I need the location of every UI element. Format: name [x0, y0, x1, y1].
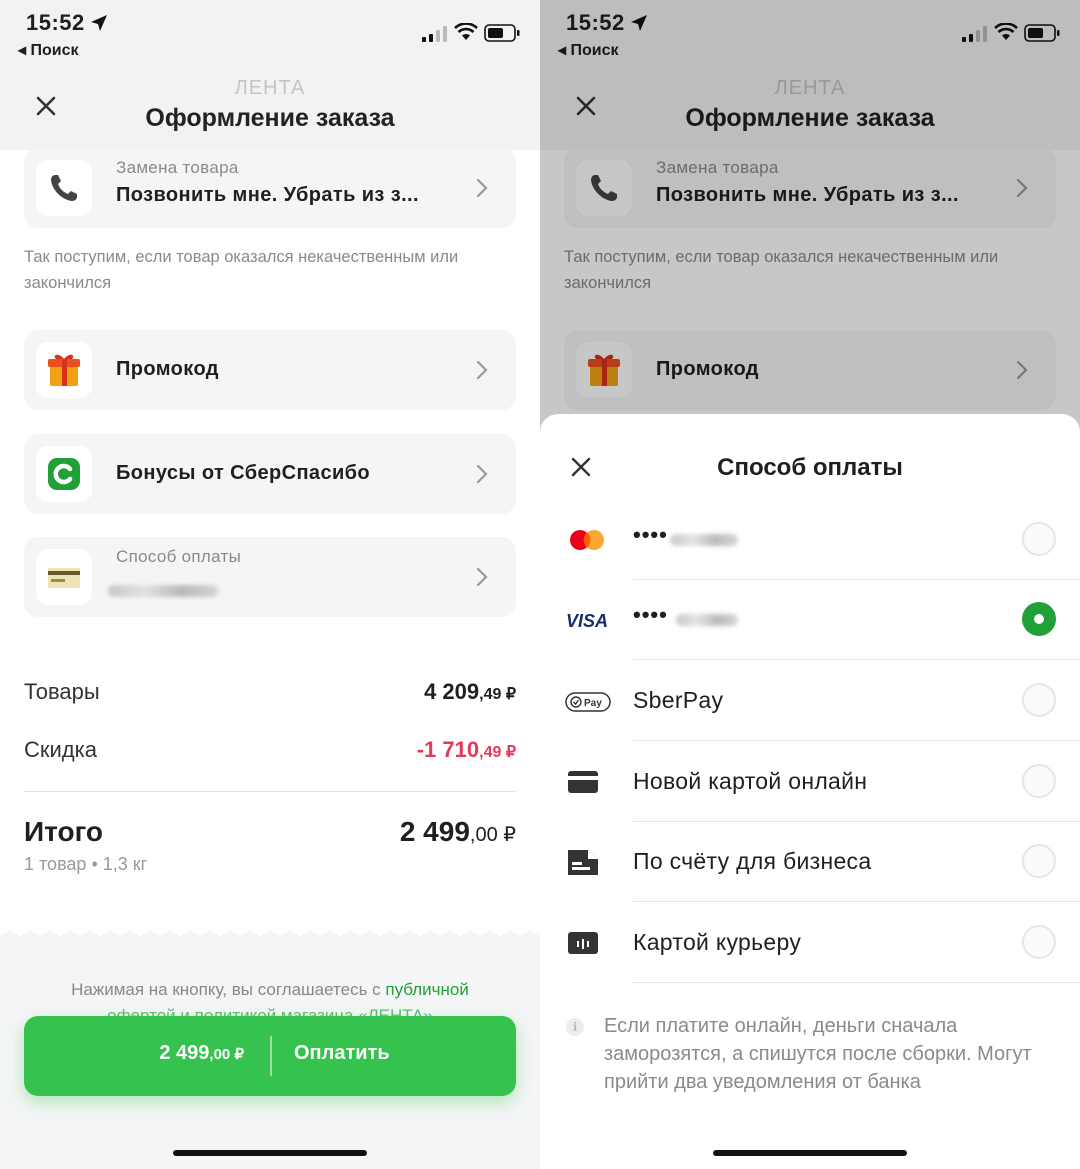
public-offer-link[interactable]: публичной — [385, 980, 468, 999]
payment-info-text: Если платите онлайн, деньги сначала замо… — [604, 1015, 1032, 1093]
goods-label: Товары — [24, 679, 100, 704]
pay-button-amount: 2 499,00 ₽ — [159, 1042, 244, 1064]
svg-text:VISA: VISA — [566, 611, 608, 631]
battery-icon — [484, 24, 520, 42]
payment-method-label: Новой картой онлайн — [633, 768, 868, 794]
sberspasibo-label: Бонусы от СберСпасибо — [116, 462, 371, 484]
payment-method-label: По счёту для бизнеса — [633, 848, 872, 874]
status-time: 15:52 — [26, 10, 85, 35]
discount-amount: -1 710,49 ₽ — [416, 737, 516, 762]
info-icon: i — [566, 1018, 584, 1036]
card-icon — [568, 771, 598, 793]
sheet-title: Способ оплаты — [717, 454, 903, 481]
pay-button[interactable]: 2 499,00 ₽ Оплатить — [24, 1016, 516, 1096]
row-divider — [633, 982, 1080, 983]
card-mask: •••• — [633, 522, 668, 547]
receipt-edge — [0, 930, 540, 942]
total-label: Итого — [24, 816, 103, 847]
payment-method-label: SberPay — [633, 687, 724, 713]
radio-button[interactable] — [1022, 925, 1056, 959]
chevron-right-icon — [476, 567, 488, 587]
chevron-right-icon — [476, 464, 488, 484]
row-divider — [633, 901, 1080, 902]
radio-button-selected[interactable] — [1022, 602, 1056, 636]
radio-button[interactable] — [1022, 683, 1056, 717]
bank-card-icon — [36, 549, 92, 605]
summary-divider — [24, 791, 516, 792]
sberspasibo-bonus-option[interactable]: Бонусы от СберСпасибо — [24, 434, 516, 514]
location-arrow-icon — [91, 15, 107, 31]
pay-button-separator — [270, 1036, 272, 1076]
home-indicator — [713, 1150, 907, 1156]
payment-method-sberpay[interactable]: Pay SberPay — [540, 661, 1080, 741]
radio-button[interactable] — [1022, 764, 1056, 798]
row-divider — [633, 740, 1080, 741]
hidden-card-number — [670, 534, 738, 546]
payment-method-new-card[interactable]: Новой картой онлайн — [540, 742, 1080, 822]
payment-method-sheet: Способ оплаты •••• VISA •••• Pay SberPay — [540, 414, 1080, 1169]
discount-label: Скидка — [24, 737, 97, 762]
sberpay-icon: Pay — [565, 692, 611, 712]
invoice-icon — [568, 850, 598, 875]
checkout-screen: 15:52 ◂ Поиск ЛЕНТА Оформление заказа За… — [0, 0, 540, 1169]
payment-method-visa[interactable]: VISA •••• — [540, 580, 1080, 660]
courier-terminal-icon — [568, 932, 598, 954]
status-bar: 15:52 ◂ Поиск — [0, 0, 540, 66]
replacement-value: Позвонить мне. Убрать из з... — [116, 184, 419, 206]
payment-method-option[interactable]: Способ оплаты — [24, 537, 516, 617]
gift-icon — [36, 342, 92, 398]
page-title: Оформление заказа — [145, 104, 395, 132]
chevron-right-icon — [476, 178, 488, 198]
home-indicator — [173, 1150, 367, 1156]
promo-code-option[interactable]: Промокод — [24, 330, 516, 410]
payment-method-label: Способ оплаты — [116, 547, 242, 566]
row-divider — [633, 659, 1080, 660]
replacement-note: Так поступим, если товар оказался некаче… — [24, 248, 459, 292]
payment-method-label: Картой курьеру — [633, 929, 802, 955]
svg-text:Pay: Pay — [584, 698, 602, 709]
payment-method-invoice[interactable]: По счёту для бизнеса — [540, 822, 1080, 902]
chevron-right-icon — [476, 360, 488, 380]
sberspasibo-icon — [36, 446, 92, 502]
store-name: ЛЕНТА — [234, 77, 306, 99]
wifi-icon — [454, 23, 478, 40]
hidden-card-number — [676, 614, 738, 626]
replacement-option[interactable]: Замена товара Позвонить мне. Убрать из з… — [24, 148, 516, 228]
payment-method-mastercard[interactable]: •••• — [540, 500, 1080, 580]
payment-method-screen: 15:52 ◂ Поиск ЛЕНТА Оформление заказа За… — [540, 0, 1080, 1169]
visa-icon: VISA — [566, 611, 608, 631]
order-details: 1 товар • 1,3 кг — [24, 854, 148, 874]
goods-amount: 4 209,49 ₽ — [424, 679, 516, 704]
signal-icon — [422, 26, 447, 42]
radio-button[interactable] — [1022, 844, 1056, 878]
hidden-card-number — [108, 585, 218, 597]
replacement-label: Замена товара — [116, 158, 239, 177]
payment-method-courier[interactable]: Картой курьеру — [540, 903, 1080, 983]
promo-code-label: Промокод — [116, 358, 219, 380]
agreement-text: Нажимая на кнопку, вы соглашаетесь с пуб… — [71, 980, 469, 999]
total-amount: 2 499,00 ₽ — [399, 816, 516, 847]
radio-button[interactable] — [1022, 522, 1056, 556]
card-mask: •••• — [633, 602, 668, 627]
phone-icon — [36, 160, 92, 216]
back-to-search-link[interactable]: ◂ Поиск — [18, 40, 79, 60]
pay-button-label: Оплатить — [294, 1042, 390, 1064]
mastercard-icon — [570, 530, 604, 550]
